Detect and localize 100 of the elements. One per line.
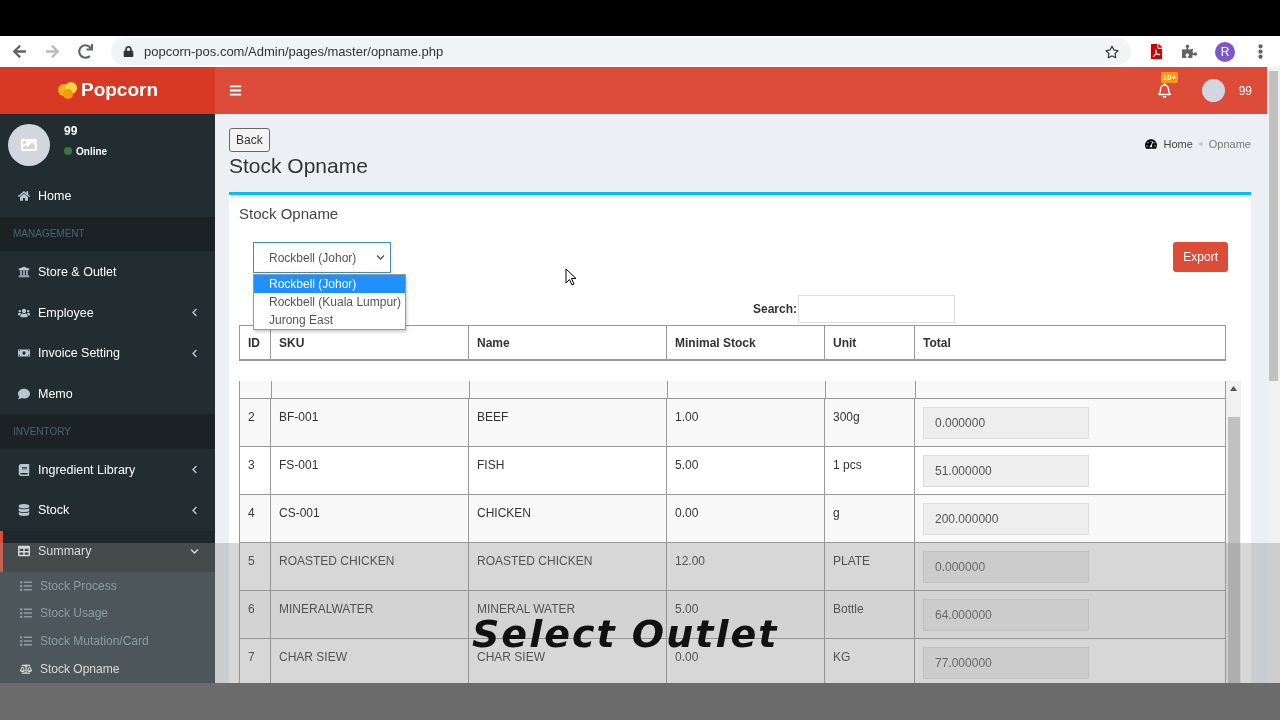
- table-cell: 12.00: [667, 543, 825, 591]
- bank-icon: [18, 265, 30, 278]
- table-cell: CHICKEN: [469, 495, 667, 543]
- table-cell: 0.00: [667, 495, 825, 543]
- table-cell: 3: [239, 447, 271, 495]
- table-cell: g: [825, 495, 915, 543]
- user-status: Online: [76, 145, 108, 157]
- table-cell: Bottle: [825, 591, 915, 639]
- back-icon[interactable]: [12, 44, 27, 59]
- chevron-left-icon: [190, 465, 199, 475]
- table-cell: 1.00: [667, 399, 825, 447]
- column-header[interactable]: Total: [915, 325, 1226, 361]
- total-field[interactable]: 0.000000: [923, 551, 1089, 583]
- users-icon: [18, 306, 30, 319]
- table-cell: 2: [239, 399, 271, 447]
- user-avatar: [8, 123, 50, 166]
- column-header[interactable]: Name: [469, 325, 667, 361]
- card-title: Stock Opname: [239, 205, 340, 222]
- menu-section-header: INVENTORY: [0, 414, 215, 450]
- breadcrumb-current: Opname: [1208, 138, 1251, 150]
- dashboard-icon: [1145, 138, 1158, 150]
- dropdown-option[interactable]: Rockbell (Kuala Lumpur): [254, 293, 405, 311]
- column-header[interactable]: Minimal Stock: [667, 325, 825, 361]
- scrollbar[interactable]: [1226, 381, 1241, 683]
- table-cell: 5.00: [667, 447, 825, 495]
- reload-icon[interactable]: [78, 44, 93, 59]
- sidebar-item[interactable]: Invoice Setting: [0, 332, 215, 374]
- book-icon: [18, 463, 30, 476]
- user-name[interactable]: 99: [1238, 83, 1252, 98]
- status-dot: [64, 147, 72, 156]
- table-cell: ROASTED CHICKEN: [271, 543, 469, 591]
- table-cell: 5: [239, 543, 271, 591]
- scroll-up-icon[interactable]: [1230, 386, 1237, 391]
- sidebar-item[interactable]: Ingredient Library: [0, 449, 215, 491]
- back-button[interactable]: Back: [229, 128, 270, 152]
- table-icon: [18, 545, 30, 558]
- user-name: 99: [64, 123, 79, 138]
- table-cell: 300g: [825, 399, 915, 447]
- list-icon: [20, 635, 32, 648]
- table-cell: 4: [239, 495, 271, 543]
- sidebar-item[interactable]: Summary: [0, 530, 215, 572]
- column-header[interactable]: ID: [239, 325, 271, 361]
- speech-bubble-icon: [18, 388, 30, 401]
- page-scrollbar[interactable]: [1267, 67, 1280, 683]
- menu-section-header: MANAGEMENT: [0, 216, 215, 252]
- popcorn-icon: [56, 80, 79, 101]
- bell-icon[interactable]: [1156, 83, 1172, 98]
- profile-avatar[interactable]: R: [1215, 41, 1235, 62]
- star-icon[interactable]: [1105, 44, 1119, 59]
- home-icon: [18, 190, 30, 203]
- chevron-left-icon: [190, 505, 199, 515]
- outlet-select[interactable]: Rockbell (Johor): [253, 242, 391, 273]
- page-title: Stock Opname: [229, 154, 368, 178]
- pdf-icon[interactable]: [1149, 44, 1164, 59]
- table-cell: MINERALWATER: [271, 591, 469, 639]
- total-field[interactable]: 64.000000: [923, 599, 1089, 631]
- table-cell: 1 pcs: [825, 447, 915, 495]
- breadcrumb-link[interactable]: Home: [1163, 138, 1193, 150]
- sidebar-item[interactable]: Store & Outlet: [0, 251, 215, 293]
- chevron-left-icon: [190, 348, 199, 358]
- table-cell: CS-001: [271, 495, 469, 543]
- user-avatar[interactable]: [1201, 79, 1225, 102]
- table-cell: FS-001: [271, 447, 469, 495]
- scales-icon: [20, 663, 32, 676]
- list-icon: [20, 607, 32, 620]
- sidebar-item[interactable]: Home: [0, 175, 215, 217]
- puzzle-icon[interactable]: [1182, 44, 1197, 59]
- dropdown-option[interactable]: Jurong East: [254, 311, 405, 329]
- total-field[interactable]: 0.000000: [923, 407, 1089, 439]
- cursor-icon: [565, 268, 577, 286]
- list-icon: [20, 579, 32, 592]
- sidebar-item[interactable]: Memo: [0, 373, 215, 415]
- search-field[interactable]: [798, 294, 955, 323]
- table-cell: BEEF: [469, 399, 667, 447]
- sidebar-item[interactable]: Employee: [0, 292, 215, 333]
- table-cell: BF-001: [271, 399, 469, 447]
- chevron-left-icon: [190, 308, 199, 317]
- column-header[interactable]: Unit: [825, 325, 915, 361]
- brand-logo[interactable]: Popcorn: [0, 67, 215, 114]
- address-bar[interactable]: popcorn-pos.com/Admin/pages/master/opname.php: [111, 38, 1131, 65]
- lock-icon: [123, 46, 134, 57]
- sidebar-subitem[interactable]: Stock Opname: [0, 655, 215, 683]
- table-cell: [240, 381, 272, 399]
- table-cell: FISH: [469, 447, 667, 495]
- chevron-down-icon: [190, 546, 199, 556]
- table-cell: PLATE: [825, 543, 915, 591]
- export-button[interactable]: Export: [1173, 242, 1228, 272]
- total-field[interactable]: 51.000000: [923, 455, 1089, 487]
- menu-icon[interactable]: [229, 84, 242, 97]
- banknote-icon: [18, 347, 30, 360]
- table-cell: 6: [239, 591, 271, 639]
- search-label: Search:: [752, 301, 797, 316]
- database-icon: [18, 504, 30, 517]
- total-field[interactable]: 77.000000: [923, 647, 1089, 679]
- table-cell: 7: [239, 639, 271, 683]
- caret-icon: [376, 253, 385, 262]
- sidebar-item[interactable]: Stock: [0, 490, 215, 531]
- notification-badge: 10+: [1160, 72, 1179, 83]
- total-field[interactable]: 200.000000: [923, 503, 1089, 535]
- table-cell: ROASTED CHICKEN: [469, 543, 667, 591]
